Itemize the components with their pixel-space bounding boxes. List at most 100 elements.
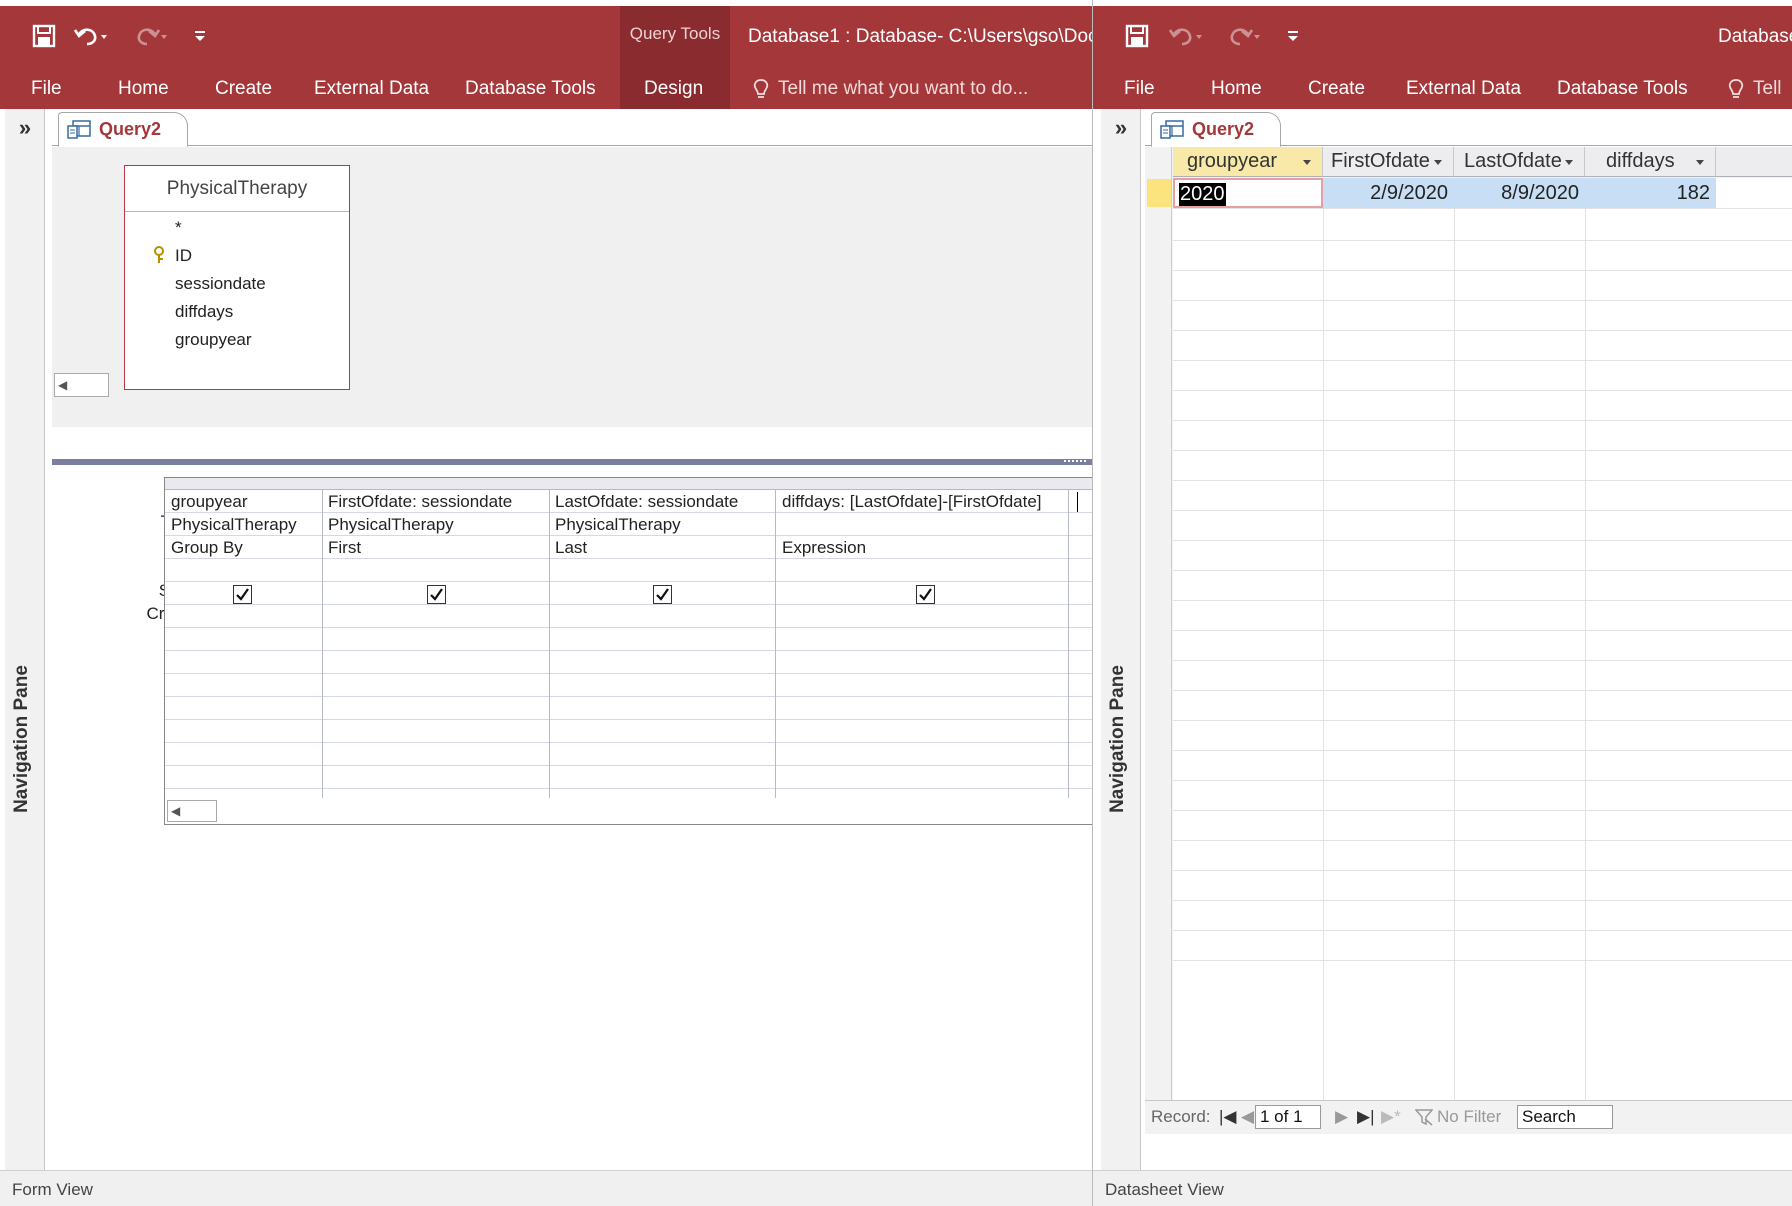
status-text: Form View — [12, 1180, 93, 1199]
datasheet-cell[interactable]: 2/9/2020 — [1323, 178, 1454, 208]
undo-icon[interactable] — [70, 14, 110, 58]
datasheet-cell[interactable]: 182 — [1585, 178, 1716, 208]
tab-query2[interactable]: Query2 — [1151, 112, 1282, 147]
tab-query2[interactable]: Query2 — [58, 112, 189, 147]
tell-me-search[interactable]: Tell me what you want to do... — [752, 78, 1028, 100]
tab-file[interactable]: File — [1124, 78, 1155, 100]
expand-nav-icon[interactable]: » — [1101, 115, 1141, 141]
field-id[interactable]: ID — [175, 246, 192, 266]
grid-field-cell[interactable]: diffdays: [LastOfdate]-[FirstOfdate] — [782, 492, 1042, 512]
next-record-button[interactable]: ▶ — [1335, 1107, 1348, 1127]
dropdown-icon[interactable] — [1302, 157, 1312, 167]
physical-therapy-table[interactable]: PhysicalTherapy * ID sessiondate diffday… — [124, 165, 350, 390]
context-group-label: Query Tools — [629, 24, 721, 43]
record-position-input[interactable]: 1 of 1 — [1255, 1105, 1321, 1129]
field-all[interactable]: * — [175, 218, 182, 238]
expand-nav-icon[interactable]: » — [5, 115, 45, 141]
tab-external-data[interactable]: External Data — [314, 78, 429, 100]
navigation-pane[interactable]: » Navigation Pane — [5, 109, 45, 1170]
grid-field-cell[interactable]: LastOfdate: sessiondate — [555, 492, 738, 512]
grid-total-cell[interactable]: Group By — [171, 538, 243, 558]
datasheet-window: Database File Home Create External Data … — [1092, 0, 1792, 1206]
grid-field-cell[interactable]: groupyear — [171, 492, 248, 512]
redo-icon[interactable] — [130, 14, 170, 58]
dropdown-icon[interactable] — [1433, 157, 1443, 167]
new-record-button[interactable]: ▶* — [1381, 1107, 1401, 1127]
grid-total-cell[interactable]: First — [328, 538, 361, 558]
show-checkbox[interactable] — [653, 585, 672, 604]
dropdown-icon[interactable] — [1695, 157, 1705, 167]
tab-home[interactable]: Home — [118, 78, 169, 100]
record-label: Record: — [1151, 1107, 1211, 1126]
field-sessiondate[interactable]: sessiondate — [175, 274, 266, 294]
customize-qat-icon[interactable] — [1273, 14, 1313, 58]
show-checkbox[interactable] — [427, 585, 446, 604]
column-header-lastofdate[interactable]: LastOfdate — [1454, 147, 1585, 177]
tab-file[interactable]: File — [31, 78, 62, 100]
lightbulb-icon — [753, 79, 769, 98]
customize-qat-icon[interactable] — [180, 14, 220, 58]
tab-label: Query2 — [99, 119, 162, 139]
dropdown-icon[interactable] — [1564, 157, 1574, 167]
header-label: diffdays — [1606, 150, 1675, 172]
datasheet-cell[interactable]: 8/9/2020 — [1454, 178, 1585, 208]
checkbox-icon — [236, 588, 249, 601]
record-selector-column[interactable] — [1145, 147, 1172, 1100]
grid-table-cell[interactable]: PhysicalTherapy — [171, 515, 297, 535]
scroll-left-icon[interactable]: ◀ — [58, 378, 67, 392]
datasheet-cell-current[interactable]: 2020 — [1173, 178, 1323, 208]
query-design-grid[interactable]: groupyear PhysicalTherapy Group By First… — [164, 477, 1092, 825]
table-pane-scrollbar[interactable]: ◀ — [54, 373, 109, 397]
last-record-button[interactable]: ▶| — [1357, 1107, 1375, 1127]
first-record-button[interactable]: |◀ — [1219, 1107, 1237, 1127]
tab-database-tools[interactable]: Database Tools — [1557, 78, 1688, 100]
tab-design[interactable]: Design — [644, 78, 703, 100]
design-window: Database1 : Database- C:\Users\gso\Docu … — [0, 0, 1092, 1206]
save-icon[interactable] — [1117, 14, 1157, 58]
column-header-empty — [1716, 147, 1792, 177]
record-selector[interactable] — [1147, 179, 1171, 207]
field-groupyear[interactable]: groupyear — [175, 330, 252, 350]
column-header-groupyear[interactable]: groupyear — [1173, 147, 1323, 177]
grid-table-cell[interactable]: PhysicalTherapy — [328, 515, 454, 535]
undo-icon[interactable] — [1165, 14, 1205, 58]
tab-label: Query2 — [1192, 119, 1255, 139]
tab-create[interactable]: Create — [215, 78, 272, 100]
ribbon-tabs: File Home Create External Data Database … — [0, 66, 1092, 109]
search-input[interactable]: Search — [1517, 1105, 1613, 1129]
grid-table-cell[interactable]: PhysicalTherapy — [555, 515, 681, 535]
grid-total-cell[interactable]: Last — [555, 538, 587, 558]
tell-me-text: Tell — [1753, 78, 1782, 99]
tab-database-tools[interactable]: Database Tools — [465, 78, 596, 100]
record-navigator: Record: |◀ ◀ 1 of 1 ▶ ▶| ▶* No Filter Se… — [1145, 1100, 1792, 1134]
field-diffdays[interactable]: diffdays — [175, 302, 233, 322]
save-icon[interactable] — [24, 14, 64, 58]
header-label: LastOfdate — [1464, 150, 1562, 172]
navigation-pane[interactable]: » Navigation Pane — [1101, 109, 1141, 1170]
column-header-firstofdate[interactable]: FirstOfdate — [1323, 147, 1454, 177]
filter-status[interactable]: No Filter — [1415, 1107, 1501, 1127]
status-bar: Form View — [0, 1170, 1092, 1206]
scroll-left-icon[interactable]: ◀ — [171, 804, 180, 818]
grid-column-selectors[interactable] — [165, 478, 1092, 490]
grid-total-cell[interactable]: Expression — [782, 538, 866, 558]
prev-record-button[interactable]: ◀ — [1241, 1107, 1254, 1127]
grid-field-cell[interactable]: FirstOfdate: sessiondate — [328, 492, 512, 512]
tab-external-data[interactable]: External Data — [1406, 78, 1521, 100]
pane-splitter[interactable] — [52, 459, 1092, 465]
show-checkbox[interactable] — [233, 585, 252, 604]
grid-scrollbar[interactable]: ◀ — [167, 800, 217, 822]
redo-icon[interactable] — [1223, 14, 1263, 58]
datasheet[interactable]: groupyear FirstOfdate LastOfdate diffday… — [1145, 147, 1792, 1134]
cell-value: 8/9/2020 — [1501, 182, 1579, 204]
ribbon-tabs: File Home Create External Data Database … — [1093, 66, 1792, 109]
nav-pane-label: Navigation Pane — [1107, 665, 1128, 813]
tab-home[interactable]: Home — [1211, 78, 1262, 100]
datasheet-body[interactable]: 2020 2/9/2020 8/9/2020 182 — [1173, 178, 1792, 1100]
show-checkbox[interactable] — [916, 585, 935, 604]
datasheet-area: Query2 groupyear FirstOfdate LastOfdate … — [1145, 109, 1792, 1170]
primary-key-icon — [153, 246, 165, 269]
tab-create[interactable]: Create — [1308, 78, 1365, 100]
column-header-diffdays[interactable]: diffdays — [1585, 147, 1716, 177]
tell-me-search[interactable]: Tell — [1727, 78, 1782, 100]
